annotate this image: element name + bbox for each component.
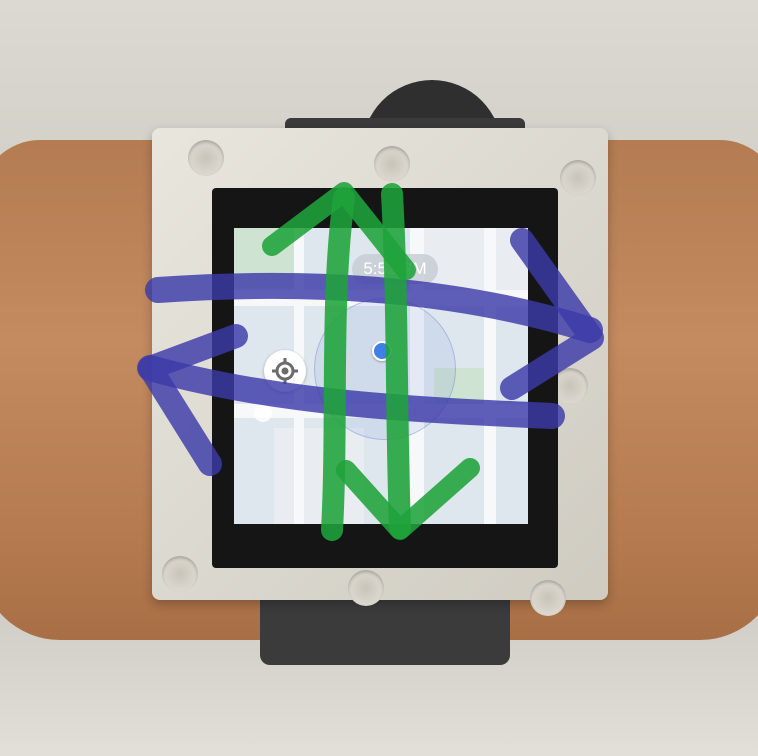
left-arrow-shaft (137, 355, 565, 429)
right-arrow-shaft (145, 272, 603, 343)
vertical-swipe-arrows (262, 182, 480, 541)
horizontal-swipe-arrows (137, 228, 604, 476)
gesture-arrows-overlay (137, 182, 604, 541)
photo-scene: 5:52 PM (0, 0, 758, 756)
down-arrow-shaft (381, 183, 411, 539)
left-arrow-head (138, 324, 248, 476)
